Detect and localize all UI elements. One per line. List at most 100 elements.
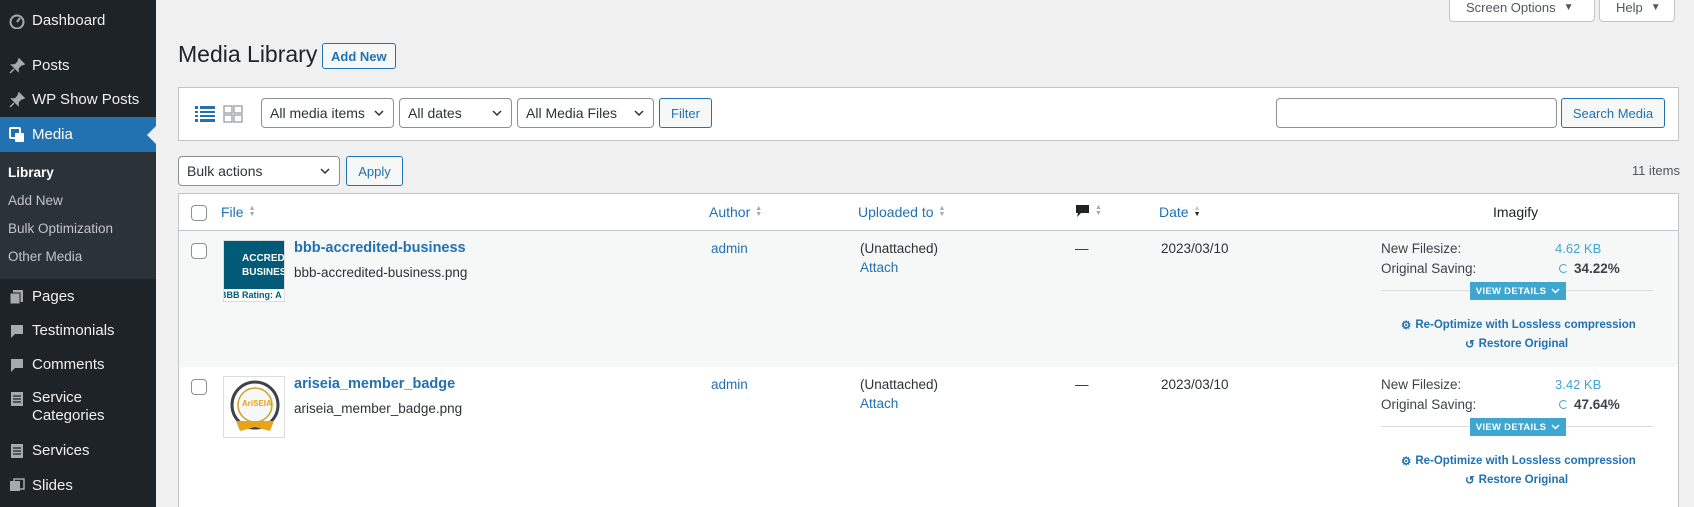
chevron-down-icon bbox=[320, 168, 330, 175]
list-icon bbox=[4, 389, 30, 409]
dashboard-icon bbox=[4, 11, 30, 31]
attach-link[interactable]: Attach bbox=[860, 260, 898, 275]
reoptimize-link[interactable]: ⚙ Re-Optimize with Lossless compression bbox=[1401, 454, 1636, 468]
chevron-down-icon bbox=[374, 110, 384, 117]
column-author[interactable]: Author ▲ ▼ bbox=[709, 204, 762, 220]
search-input[interactable] bbox=[1276, 98, 1557, 128]
media-filter-bar: All media items All dates All Media File… bbox=[178, 87, 1679, 141]
upload-date: 2023/03/10 bbox=[1161, 241, 1229, 256]
comment-bubble-icon bbox=[1076, 205, 1089, 217]
column-uploaded-to[interactable]: Uploaded to ▲ ▼ bbox=[858, 204, 945, 220]
submenu-bulk-optimization[interactable]: Bulk Optimization bbox=[8, 221, 113, 236]
row-checkbox[interactable] bbox=[191, 379, 207, 395]
attach-link[interactable]: Attach bbox=[860, 396, 898, 411]
original-saving-label: Original Saving: bbox=[1381, 261, 1477, 276]
row-checkbox[interactable] bbox=[191, 243, 207, 259]
comment-icon bbox=[4, 355, 30, 375]
pin-icon bbox=[4, 90, 30, 110]
media-table: File ▲ ▼ Author ▲ ▼ Uploaded to ▲ ▼ ▲ ▼ Date… bbox=[178, 193, 1679, 507]
sort-icon: ▲ ▼ bbox=[248, 205, 256, 218]
gear-icon: ⚙ bbox=[1401, 456, 1412, 468]
help-button[interactable]: Help ▼ bbox=[1599, 0, 1675, 22]
author-link[interactable]: admin bbox=[711, 377, 748, 392]
submenu-add-new[interactable]: Add New bbox=[8, 193, 63, 208]
new-filesize-label: New Filesize: bbox=[1381, 241, 1462, 256]
sidebar-item-testimonials[interactable]: Testimonials bbox=[0, 321, 156, 341]
sidebar-item-services[interactable]: Services bbox=[0, 441, 156, 461]
view-details-button[interactable]: VIEW DETAILS bbox=[1470, 282, 1566, 300]
items-count: 11 items bbox=[1631, 163, 1680, 178]
media-thumbnail[interactable]: AriSEIA bbox=[223, 376, 285, 438]
comment-count: — bbox=[1075, 241, 1089, 256]
column-date[interactable]: Date ▲ ▼ bbox=[1159, 204, 1201, 220]
new-filesize-label: New Filesize: bbox=[1381, 377, 1462, 392]
grid-view-icon[interactable] bbox=[223, 105, 243, 123]
chevron-down-icon bbox=[634, 110, 644, 117]
table-row: AriSEIA ariseia_member_badge ariseia_mem… bbox=[179, 367, 1678, 503]
restore-original-link[interactable]: ↺ Restore Original bbox=[1465, 473, 1568, 487]
sort-icon: ▲ ▼ bbox=[1095, 204, 1102, 217]
reoptimize-link[interactable]: ⚙ Re-Optimize with Lossless compression bbox=[1401, 318, 1636, 332]
comment-count: — bbox=[1075, 377, 1089, 392]
upload-date: 2023/03/10 bbox=[1161, 377, 1229, 392]
table-header: File ▲ ▼ Author ▲ ▼ Uploaded to ▲ ▼ ▲ ▼ Date… bbox=[179, 194, 1678, 231]
list-icon bbox=[4, 441, 30, 461]
caret-down-icon: ▼ bbox=[1650, 2, 1661, 13]
media-thumbnail[interactable]: ACCREDITED BUSINESS BBB Rating: A bbox=[223, 240, 285, 302]
original-saving-label: Original Saving: bbox=[1381, 397, 1477, 412]
chevron-down-icon bbox=[492, 110, 502, 117]
view-details-button[interactable]: VIEW DETAILS bbox=[1470, 418, 1566, 436]
media-title-link[interactable]: bbb-accredited-business bbox=[294, 240, 466, 256]
column-imagify: Imagify bbox=[1493, 204, 1539, 220]
caret-down-icon: ▼ bbox=[1563, 2, 1574, 13]
uploaded-to: (Unattached) bbox=[860, 377, 939, 392]
author-link[interactable]: admin bbox=[711, 241, 748, 256]
new-filesize-value: 3.42 KB bbox=[1555, 377, 1602, 392]
select-all-checkbox[interactable] bbox=[191, 205, 207, 221]
saving-chart-icon bbox=[1559, 264, 1568, 273]
sidebar-item-wp-show-posts[interactable]: WP Show Posts bbox=[0, 90, 156, 110]
table-row: ACCREDITED BUSINESS BBB Rating: A bbb-ac… bbox=[179, 231, 1678, 367]
sidebar-item-service-categories[interactable]: Service Categories bbox=[0, 389, 156, 427]
media-files-select[interactable]: All Media Files bbox=[517, 98, 654, 128]
screen-options-button[interactable]: Screen Options ▼ bbox=[1449, 0, 1595, 22]
add-new-button[interactable]: Add New bbox=[322, 43, 396, 69]
filter-button[interactable]: Filter bbox=[659, 98, 712, 128]
sidebar-item-pages[interactable]: Pages bbox=[0, 287, 156, 307]
sidebar-item-media[interactable]: Media bbox=[0, 117, 156, 152]
sidebar-item-posts[interactable]: Posts bbox=[0, 56, 156, 76]
saving-chart-icon bbox=[1559, 400, 1568, 409]
sidebar-item-dashboard[interactable]: Dashboard bbox=[0, 11, 156, 31]
column-file[interactable]: File ▲ ▼ bbox=[221, 204, 256, 220]
list-view-icon[interactable] bbox=[195, 105, 215, 123]
chevron-down-icon bbox=[1551, 424, 1560, 430]
comment-icon bbox=[4, 321, 30, 341]
media-icon bbox=[4, 125, 30, 145]
media-type-select[interactable]: All media items bbox=[261, 98, 394, 128]
bulk-actions-select[interactable]: Bulk actions bbox=[178, 156, 340, 186]
sort-icon: ▲ ▼ bbox=[938, 205, 946, 218]
uploaded-to: (Unattached) bbox=[860, 241, 939, 256]
submenu-library[interactable]: Library bbox=[8, 165, 54, 180]
new-filesize-value: 4.62 KB bbox=[1555, 241, 1602, 256]
column-comments[interactable]: ▲ ▼ bbox=[1075, 204, 1102, 218]
media-title-link[interactable]: ariseia_member_badge bbox=[294, 376, 455, 392]
original-saving-value: 47.64% bbox=[1559, 397, 1620, 412]
original-saving-value: 34.22% bbox=[1559, 261, 1620, 276]
restore-original-link[interactable]: ↺ Restore Original bbox=[1465, 337, 1568, 351]
pin-icon bbox=[4, 56, 30, 76]
pages-icon bbox=[4, 287, 30, 307]
media-filename: ariseia_member_badge.png bbox=[294, 401, 463, 416]
sort-icon: ▲ ▼ bbox=[755, 205, 763, 218]
sidebar-item-slides[interactable]: Slides bbox=[0, 476, 156, 496]
sidebar-item-comments[interactable]: Comments bbox=[0, 355, 156, 375]
media-submenu: Library Add New Bulk Optimization Other … bbox=[0, 152, 156, 279]
submenu-other-media[interactable]: Other Media bbox=[8, 249, 82, 264]
admin-sidebar: Dashboard Posts WP Show Posts Media Libr… bbox=[0, 0, 156, 507]
media-filename: bbb-accredited-business.png bbox=[294, 265, 468, 280]
apply-button[interactable]: Apply bbox=[346, 156, 403, 186]
search-media-button[interactable]: Search Media bbox=[1561, 98, 1665, 128]
sort-desc-icon: ▲ ▼ bbox=[1193, 205, 1201, 218]
dates-select[interactable]: All dates bbox=[399, 98, 512, 128]
undo-icon: ↺ bbox=[1465, 339, 1475, 351]
